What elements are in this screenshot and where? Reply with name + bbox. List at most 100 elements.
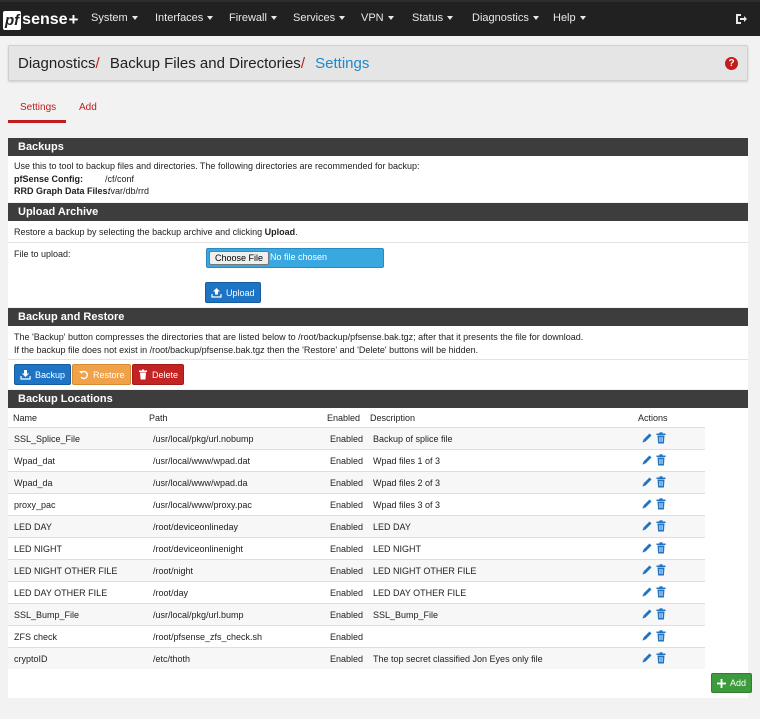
delete-trash-icon[interactable] [655,586,667,598]
choose-file-button[interactable]: Choose File [209,251,270,265]
pfsense-logo[interactable]: pf sense + [3,9,78,31]
nav-menu-system[interactable]: System [91,12,138,24]
delete-trash-icon[interactable] [655,432,667,444]
breadcrumb: Diagnostics/ Backup Files and Directorie… [18,55,369,72]
nav-menu-interfaces[interactable]: Interfaces [155,12,214,24]
edit-pencil-icon[interactable] [641,432,653,444]
delete-trash-icon[interactable] [655,652,667,664]
file-upload-input[interactable]: Choose File No file chosen [206,248,384,268]
nav-label: Services [293,12,336,24]
restore-button-label: Restore [93,369,125,380]
edit-pencil-icon[interactable] [641,498,653,510]
edit-pencil-icon[interactable] [641,586,653,598]
table-row: LED NIGHT OTHER FILE/root/night Enabled LE… [8,559,705,581]
cell-enabled: Enabled [330,522,364,532]
backup-button[interactable]: Backup [14,364,72,385]
rrd-label: RRD Graph Data Files: [14,186,111,196]
restore-button[interactable]: Restore [72,364,131,385]
edit-pencil-icon[interactable] [641,608,653,620]
nav-label: Firewall [229,12,267,24]
upload-desc-bold: Upload [264,227,296,237]
edit-pencil-icon[interactable] [641,564,653,576]
panel-heading-upload: Upload Archive [8,203,748,221]
trash-icon [139,369,147,380]
cell-description: Wpad files 1 of 3 [373,456,441,466]
cell-enabled: Enabled [330,610,364,620]
undo-icon [79,370,89,380]
breadcrumb-settings[interactable]: Settings [315,55,369,72]
caret-down-icon [579,16,586,21]
delete-button[interactable]: Delete [132,364,185,385]
cell-name: LED DAY [14,522,52,532]
edit-pencil-icon[interactable] [641,476,653,488]
cell-enabled: Enabled [330,654,364,664]
nav-menu-vpn[interactable]: VPN [361,12,394,24]
delete-trash-icon[interactable] [655,630,667,642]
backup-restore-line2: If the backup file does not exist in /ro… [14,345,479,355]
nav-menu-status[interactable]: Status [412,12,454,24]
cell-enabled: Enabled [330,434,364,444]
cell-name: cryptoID [14,654,48,664]
cell-enabled: Enabled [330,588,364,598]
tab-add[interactable]: Add [79,102,97,113]
edit-pencil-icon[interactable] [641,630,653,642]
logo-sense: sense [22,11,68,28]
cell-description: Wpad files 3 of 3 [373,500,441,510]
cell-path: /root/day [153,588,189,598]
delete-trash-icon[interactable] [655,608,667,620]
edit-pencil-icon[interactable] [641,454,653,466]
nav-label: VPN [361,12,384,24]
logout-icon[interactable] [734,12,748,26]
cell-path: /root/pfsense_zfs_check.sh [153,632,263,642]
delete-trash-icon[interactable] [655,476,667,488]
cell-enabled: Enabled [330,500,364,510]
delete-trash-icon[interactable] [655,498,667,510]
caret-down-icon [131,16,138,21]
caret-down-icon [207,16,214,21]
add-button[interactable]: Add [711,673,753,693]
delete-button-label: Delete [152,369,179,380]
caret-down-icon [532,16,539,21]
panel-heading-backup-locations: Backup Locations [8,390,748,408]
delete-trash-icon[interactable] [655,520,667,532]
cell-enabled: Enabled [330,544,364,554]
download-icon [20,370,31,380]
rrd-path: /var/db/rrd [108,186,150,196]
column-header-name: Name [13,413,38,423]
cell-description: LED NIGHT OTHER FILE [373,566,477,576]
column-header-enabled: Enabled [327,413,361,423]
breadcrumb-separator: / [95,55,100,72]
backup-button-label: Backup [35,369,66,380]
upload-button[interactable]: Upload [205,282,261,303]
cell-description: Backup of splice file [373,434,453,444]
edit-pencil-icon[interactable] [641,652,653,664]
nav-menu-services[interactable]: Services [293,12,346,24]
breadcrumb-backup-files[interactable]: Backup Files and Directories [110,55,301,72]
edit-pencil-icon[interactable] [641,520,653,532]
help-icon[interactable]: ? [725,57,738,70]
divider [8,359,748,360]
upload-desc-text: Restore a backup by selecting the backup… [14,227,265,237]
table-row: cryptoID/etc/thoth Enabled The top secret … [8,647,705,669]
nav-menu-firewall[interactable]: Firewall [229,12,277,24]
delete-trash-icon[interactable] [655,542,667,554]
column-header-path: Path [149,413,168,423]
nav-label: Help [553,12,576,24]
nav-menu-diagnostics[interactable]: Diagnostics [472,12,539,24]
file-upload-label: File to upload: [14,249,71,259]
cell-enabled: Enabled [330,632,364,642]
edit-pencil-icon[interactable] [641,542,653,554]
breadcrumb-diagnostics[interactable]: Diagnostics [18,55,96,72]
cell-name: LED DAY OTHER FILE [14,588,108,598]
delete-trash-icon[interactable] [655,564,667,576]
nav-menu-help[interactable]: Help [553,12,586,24]
cell-path: /root/deviceonlinenight [153,544,244,554]
caret-down-icon [387,16,394,21]
upload-button-label: Upload [226,287,255,298]
panel-heading-backup-restore: Backup and Restore [8,308,748,326]
tab-settings[interactable]: Settings [20,102,56,113]
delete-trash-icon[interactable] [655,454,667,466]
cell-name: LED NIGHT OTHER FILE [14,566,118,576]
table-row: proxy_pac/usr/local/www/proxy.pac Enabled… [8,493,705,515]
cell-name: Wpad_da [14,478,53,488]
